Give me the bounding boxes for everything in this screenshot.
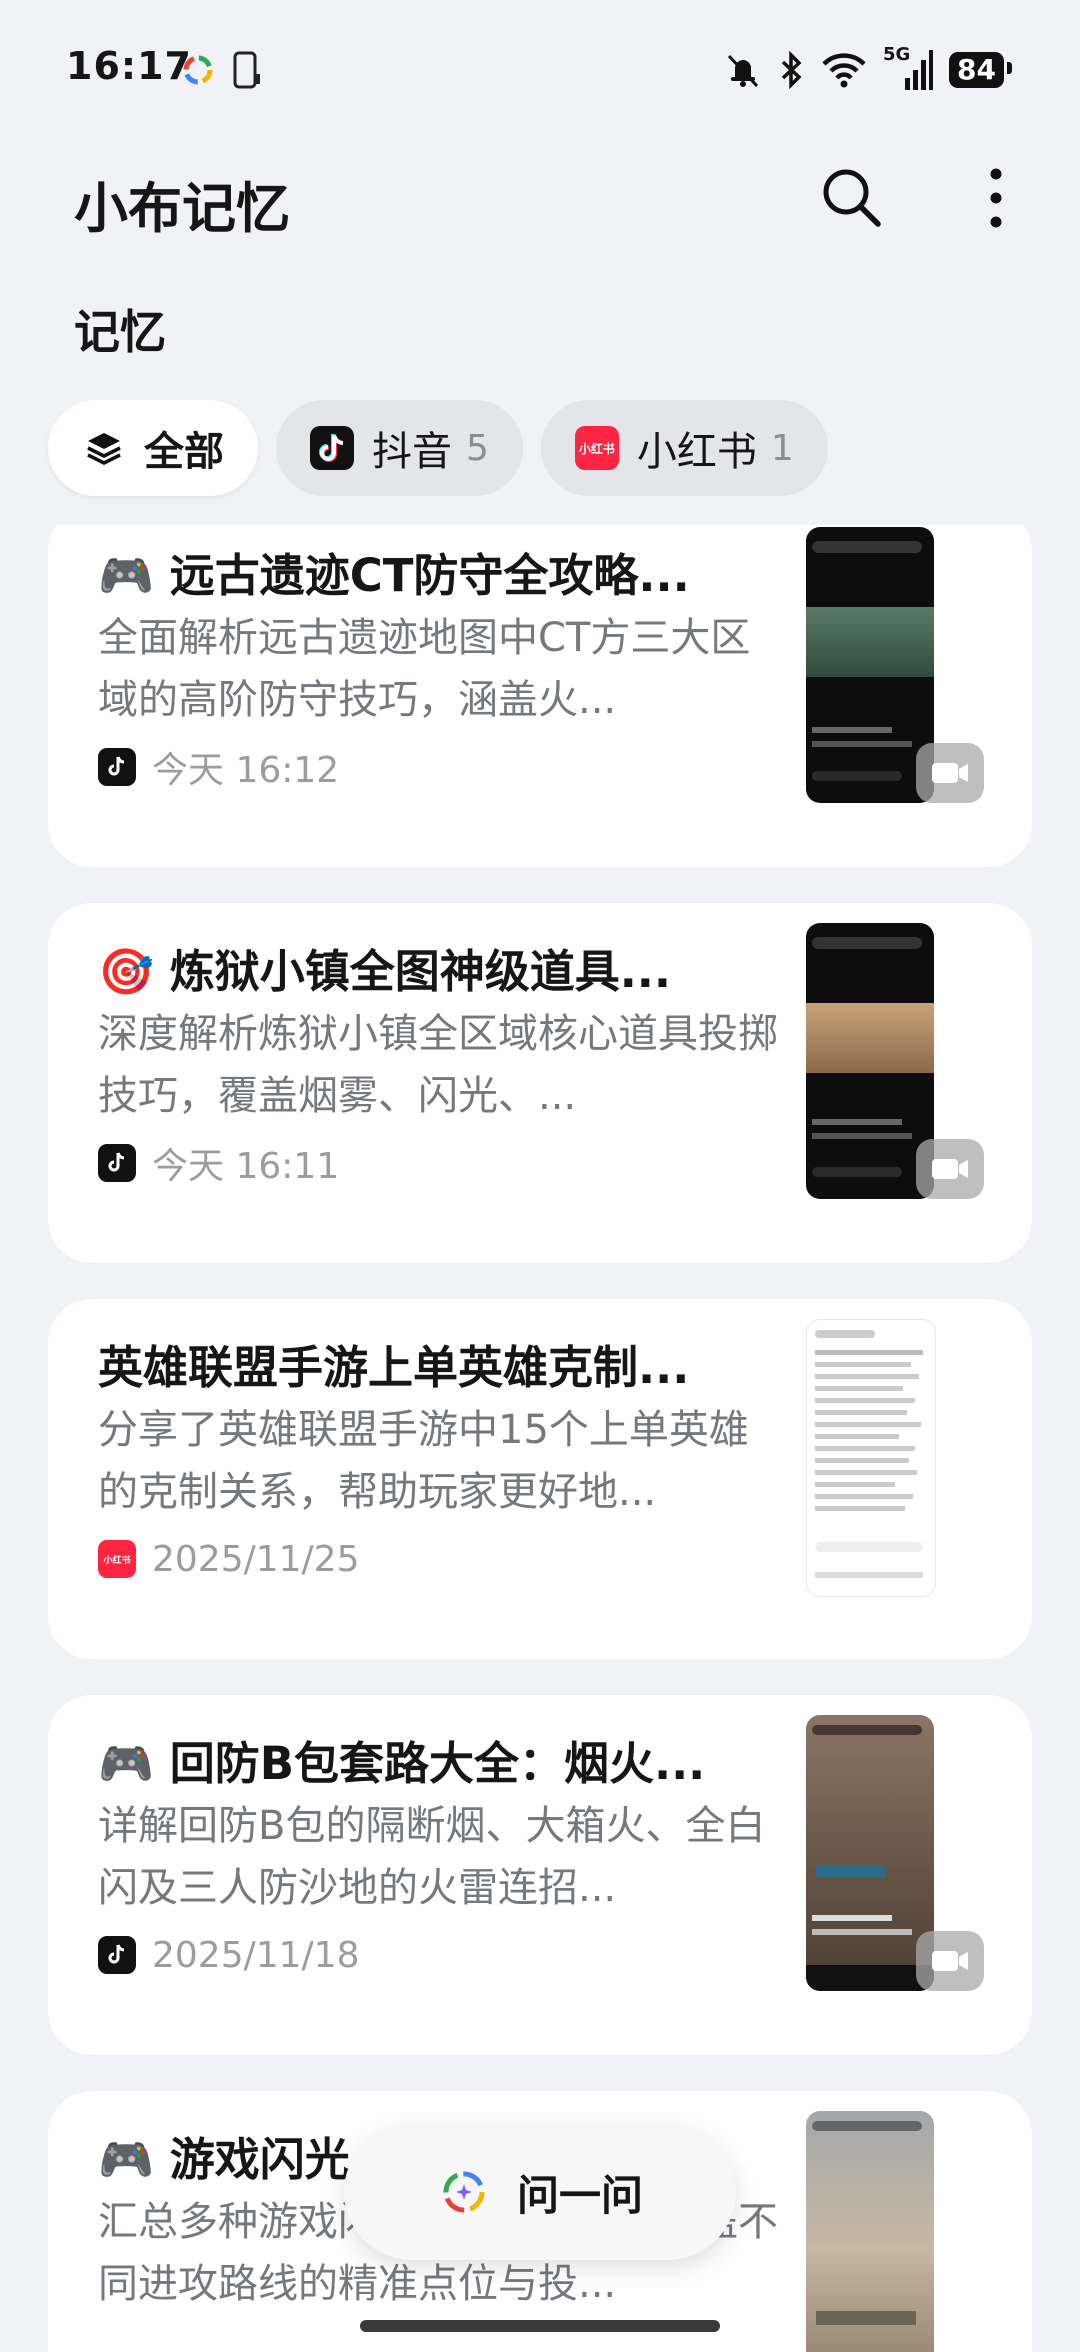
xiaohongshu-icon: 小红书 (98, 1540, 136, 1578)
memory-feed[interactable]: 🎮 远古遗迹CT防守全攻略... 全面解析远古遗迹地图中CT方三大区域的高阶防守… (0, 525, 1080, 2352)
video-camera-icon (916, 1139, 984, 1199)
card-meta: 小红书 2025/11/25 (98, 1537, 360, 1581)
memory-card[interactable]: 🎮 远古遗迹CT防守全攻略... 全面解析远古遗迹地图中CT方三大区域的高阶防守… (48, 525, 1032, 867)
card-title: 🎯 炼狱小镇全图神级道具... (98, 945, 671, 998)
filter-xiaohongshu[interactable]: 小红书 小红书 1 (540, 400, 828, 496)
card-date: 2025/11/25 (152, 1538, 360, 1580)
video-thumbnail (806, 923, 934, 1199)
video-thumbnail (806, 1715, 934, 1991)
video-thumbnail (806, 2111, 934, 2352)
card-meta: 2025/11/18 (98, 1933, 360, 1977)
home-indicator[interactable] (360, 2320, 720, 2332)
layers-icon (82, 426, 126, 470)
ai-sparkle-icon (443, 2171, 485, 2213)
douyin-icon (98, 1144, 136, 1182)
status-bar: 16:17 5G 84 (0, 0, 1080, 130)
filter-chips: 全部 抖音 5 小红书 小红书 1 (48, 400, 828, 496)
app-spinner-icon (183, 55, 213, 85)
xiaohongshu-icon: 小红书 (574, 426, 619, 470)
card-meta: 今天 16:12 (98, 745, 339, 791)
filter-label: 小红书 (636, 429, 757, 475)
memory-card[interactable]: 英雄联盟手游上单英雄克制... 分享了英雄联盟手游中15个上单英雄的克制关系，帮… (48, 1299, 1032, 1659)
wifi-icon (822, 53, 866, 88)
card-date: 2025/11/18 (152, 1934, 360, 1976)
clock: 16:17 (66, 44, 192, 88)
filter-count: 1 (770, 427, 794, 469)
section-title: 记忆 (74, 305, 166, 359)
filter-count: 5 (466, 427, 489, 469)
douyin-icon (98, 748, 136, 786)
douyin-icon (98, 1936, 136, 1974)
filter-label: 全部 (144, 429, 224, 475)
ask-button[interactable]: 问一问 (344, 2124, 736, 2260)
mute-bell-icon (727, 54, 759, 88)
signal-icon: 5G (883, 44, 934, 92)
search-icon[interactable] (816, 162, 888, 234)
douyin-icon (310, 426, 354, 470)
status-icons: 5G 84 (723, 44, 1012, 92)
phone-icon (233, 51, 260, 89)
card-title: 🎮 回防B包套路大全：烟火... (98, 1737, 706, 1790)
memory-card[interactable]: 🎯 炼狱小镇全图神级道具... 深度解析炼狱小镇全区域核心道具投掷技巧，覆盖烟雾… (48, 903, 1032, 1263)
video-camera-icon (916, 1931, 984, 1991)
card-date: 今天 16:12 (152, 750, 340, 791)
ask-button-label: 问一问 (516, 2170, 643, 2220)
card-title: 🎮 远古遗迹CT防守全攻略... (98, 549, 690, 602)
note-thumbnail (806, 1319, 936, 1597)
video-thumbnail (806, 527, 934, 803)
xhs-badge-text: 小红书 (578, 441, 615, 456)
filter-douyin[interactable]: 抖音 5 (276, 400, 523, 496)
card-description: 详解回防B包的隔断烟、大箱火、全白闪及三人防沙地的火雷连招... (98, 1803, 766, 1911)
card-title: 英雄联盟手游上单英雄克制... (98, 1341, 690, 1394)
memory-card[interactable]: 🎮 回防B包套路大全：烟火... 详解回防B包的隔断烟、大箱火、全白闪及三人防沙… (48, 1695, 1032, 2055)
filter-all[interactable]: 全部 (48, 400, 258, 496)
video-camera-icon (916, 743, 984, 803)
card-meta: 今天 16:11 (98, 1141, 339, 1187)
more-vertical-icon[interactable] (968, 166, 1024, 230)
card-date: 今天 16:11 (152, 1146, 340, 1187)
card-description: 全面解析远古遗迹地图中CT方三大区域的高阶防守技巧，涵盖火... (98, 615, 751, 723)
battery-icon: 84 (949, 52, 1012, 88)
card-description: 深度解析炼狱小镇全区域核心道具投掷技巧，覆盖烟雾、闪光、... (98, 1011, 778, 1119)
page-title: 小布记忆 (74, 177, 290, 240)
bluetooth-icon (781, 50, 802, 90)
filter-label: 抖音 (372, 429, 452, 475)
card-description: 分享了英雄联盟手游中15个上单英雄的克制关系，帮助玩家更好地... (98, 1407, 749, 1515)
xhs-badge-text: 小红书 (103, 1555, 131, 1566)
